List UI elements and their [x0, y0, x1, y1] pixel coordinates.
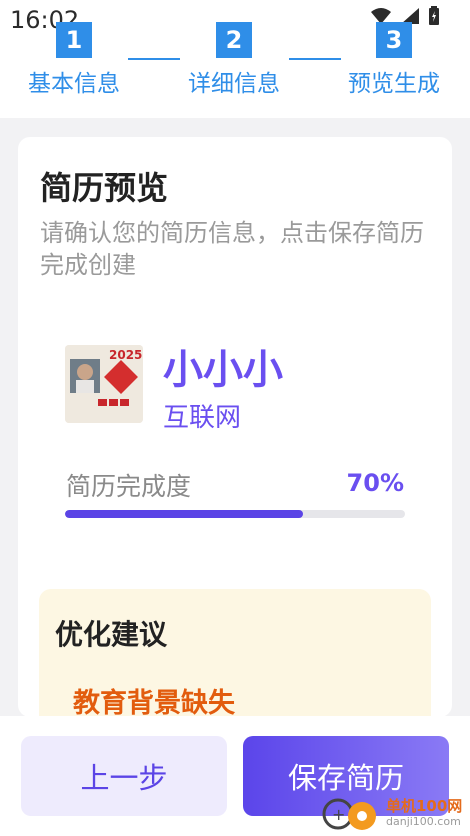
step-number: 3 — [376, 22, 412, 58]
completion-progress-bar — [65, 510, 405, 518]
completion-progress-fill — [65, 510, 303, 518]
page-subtitle: 请确认您的简历信息，点击保存简历完成创建 — [40, 219, 424, 279]
step-detail-info[interactable]: 2 详细信息 — [174, 22, 294, 98]
avatar-year-text: 2025 — [109, 348, 142, 362]
completion-value: 70% — [346, 469, 404, 497]
page-title: 简历预览 — [40, 169, 169, 207]
top-header: 16:02 1 基本信息 2 详细信息 3 预览生成 — [0, 0, 470, 118]
step-preview[interactable]: 3 预览生成 — [334, 22, 454, 98]
watermark-url: danji100.com — [386, 815, 461, 828]
suggestions-title: 优化建议 — [55, 618, 168, 651]
watermark-logo-icon: + — [322, 798, 376, 830]
step-label: 预览生成 — [348, 71, 440, 97]
completion-label: 简历完成度 — [66, 472, 192, 501]
previous-step-button[interactable]: 上一步 — [21, 736, 227, 816]
site-watermark: + 单机100网 danji100.com — [318, 794, 462, 834]
resume-preview-card: 简历预览 请确认您的简历信息，点击保存简历完成创建 2025 小小小 互联网 简… — [18, 137, 452, 717]
step-number: 2 — [216, 22, 252, 58]
profile-name: 小小小 — [163, 347, 283, 393]
profile-industry: 互联网 — [163, 403, 242, 433]
suggestion-item[interactable]: 教育背景缺失 — [73, 681, 235, 717]
suggestions-panel: 优化建议 教育背景缺失 — [39, 589, 431, 717]
avatar: 2025 — [65, 345, 143, 423]
watermark-site-name: 单机100网 — [386, 797, 463, 815]
step-number: 1 — [56, 22, 92, 58]
avatar-photo-icon: 2025 — [65, 345, 143, 423]
step-label: 详细信息 — [188, 71, 280, 97]
step-connector — [128, 58, 180, 60]
step-label: 基本信息 — [28, 71, 120, 97]
svg-text:+: + — [332, 805, 345, 824]
step-basic-info[interactable]: 1 基本信息 — [14, 22, 134, 98]
